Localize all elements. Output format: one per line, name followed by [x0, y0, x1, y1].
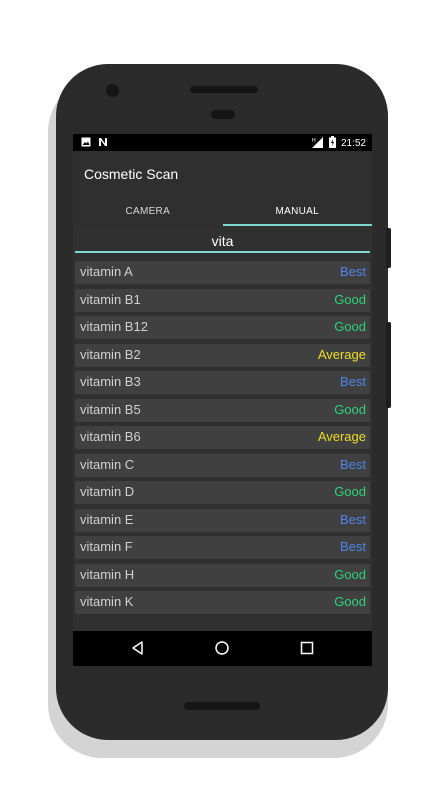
home-icon[interactable]	[214, 640, 230, 656]
list-item[interactable]: vitamin K Good	[75, 591, 370, 614]
list-item[interactable]: vitamin C Best	[75, 453, 370, 477]
volume-button	[386, 322, 391, 408]
ingredient-name: vitamin B2	[80, 346, 141, 362]
list-item[interactable]: vitamin B12 Good	[75, 316, 370, 339]
ingredient-name: vitamin F	[80, 539, 133, 554]
rating-label: Good	[334, 484, 366, 499]
list-item[interactable]: vitamin F Best	[75, 536, 370, 559]
list-item[interactable]: vitamin A Best	[75, 261, 370, 284]
list-item[interactable]: vitamin D Good	[75, 481, 370, 504]
rating-label: Average	[317, 429, 366, 444]
list-item[interactable]: vitamin B6 Average	[75, 426, 370, 449]
rating-label: Best	[339, 264, 366, 279]
ingredient-name: vitamin H	[80, 566, 135, 582]
signal-icon: H	[311, 136, 324, 151]
ingredient-name: vitamin C	[80, 456, 135, 472]
rating-label: Good	[334, 291, 366, 307]
bottom-speaker	[184, 702, 260, 710]
list-item[interactable]: vitamin H Good	[75, 563, 370, 587]
rating-label: Best	[339, 374, 366, 389]
rating-label: Good	[334, 401, 366, 417]
sensor-slot	[211, 110, 235, 119]
recents-icon[interactable]	[299, 640, 315, 656]
front-camera	[106, 84, 119, 97]
ingredient-name: vitamin B3	[80, 374, 141, 389]
list-item[interactable]: vitamin E Best	[75, 508, 370, 532]
ingredient-name: vitamin D	[80, 484, 135, 499]
search-input[interactable]	[75, 230, 370, 253]
ingredient-name: vitamin B6	[80, 429, 141, 444]
rating-label: Good	[334, 566, 366, 582]
screen: H 21:52 Cosmetic Scan CAMERA MANUAL vita…	[73, 134, 372, 666]
ingredient-name: vitamin B5	[80, 401, 141, 417]
status-bar: H 21:52	[73, 134, 372, 151]
battery-icon	[328, 136, 336, 151]
power-button	[386, 228, 391, 268]
list-item[interactable]: vitamin B2 Average	[75, 343, 370, 367]
clock: 21:52	[340, 138, 366, 149]
rating-label: Average	[317, 346, 366, 362]
svg-text:H: H	[312, 138, 316, 144]
app-bar: Cosmetic Scan	[73, 151, 372, 204]
app-title: Cosmetic Scan	[84, 166, 179, 182]
n-icon	[98, 137, 108, 150]
tab-camera[interactable]: CAMERA	[73, 204, 223, 226]
search-area	[73, 226, 372, 256]
back-icon[interactable]	[130, 640, 146, 656]
list-item[interactable]: vitamin B5 Good	[75, 398, 370, 422]
tab-bar: CAMERA MANUAL	[73, 204, 372, 226]
image-icon	[81, 137, 91, 150]
rating-label: Good	[334, 319, 366, 334]
rating-label: Best	[339, 456, 366, 472]
rating-label: Good	[334, 594, 366, 609]
tab-manual[interactable]: MANUAL	[222, 204, 373, 226]
rating-label: Best	[339, 511, 366, 527]
ingredient-name: vitamin K	[80, 594, 134, 609]
ingredient-name: vitamin E	[80, 511, 134, 527]
ingredient-name: vitamin A	[80, 264, 133, 279]
navigation-bar	[73, 631, 372, 666]
list-item[interactable]: vitamin B3 Best	[75, 371, 370, 394]
rating-label: Best	[339, 539, 366, 554]
ingredient-name: vitamin B1	[80, 291, 141, 307]
ingredient-name: vitamin B12	[80, 319, 148, 334]
earpiece-speaker	[190, 86, 258, 93]
list-item[interactable]: vitamin B1 Good	[75, 288, 370, 312]
